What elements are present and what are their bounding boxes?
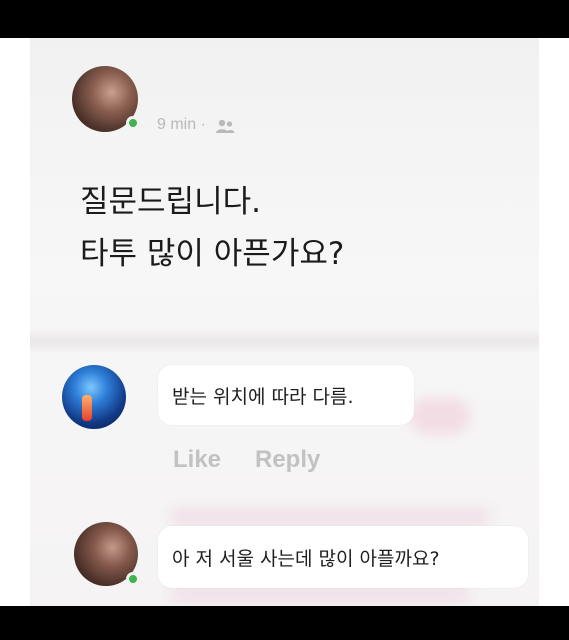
comment-2-bubble-glow-bottom [170,586,470,602]
spine-xray-icon [82,395,92,421]
post-author-avatar[interactable] [72,66,140,132]
post-time[interactable]: 9 min · [157,116,206,134]
comment-1-bubble-glow [410,398,470,434]
comment-1-text: 받는 위치에 따라 다름. [172,385,354,408]
comment-1-avatar[interactable] [62,365,126,429]
online-status-dot [126,116,140,130]
friends-icon [216,119,235,133]
comment-2-bubble: 아 저 서울 사는데 많이 아플까요? [158,526,528,588]
post-screen: 9 min · 질문드립니다. 타투 많이 아픈가요? 받는 위치에 따라 다름… [30,38,539,606]
left-margin [0,38,30,606]
comment-2-bubble-glow-top [170,508,490,526]
comment-2-text: 아 저 서울 사는데 많이 아플까요? [172,547,440,570]
comment-2-avatar[interactable] [74,522,140,586]
comment-1-like-button[interactable]: Like [173,446,221,474]
right-margin [539,38,569,606]
post-body-line-1: 질문드립니다. [80,184,261,220]
post-time-value: 9 min [157,116,197,133]
bottom-black-bar [0,606,569,640]
online-status-dot [126,572,140,586]
comment-1-reply-button[interactable]: Reply [255,446,320,474]
post-body-line-2: 타투 많이 아픈가요? [80,236,345,272]
post-body: 질문드립니다. 타투 많이 아픈가요? [80,176,520,280]
comment-1-bubble: 받는 위치에 따라 다름. [158,365,414,425]
post-meta-separator: · [200,116,206,133]
top-black-bar [0,0,569,38]
post-divider [30,328,539,354]
